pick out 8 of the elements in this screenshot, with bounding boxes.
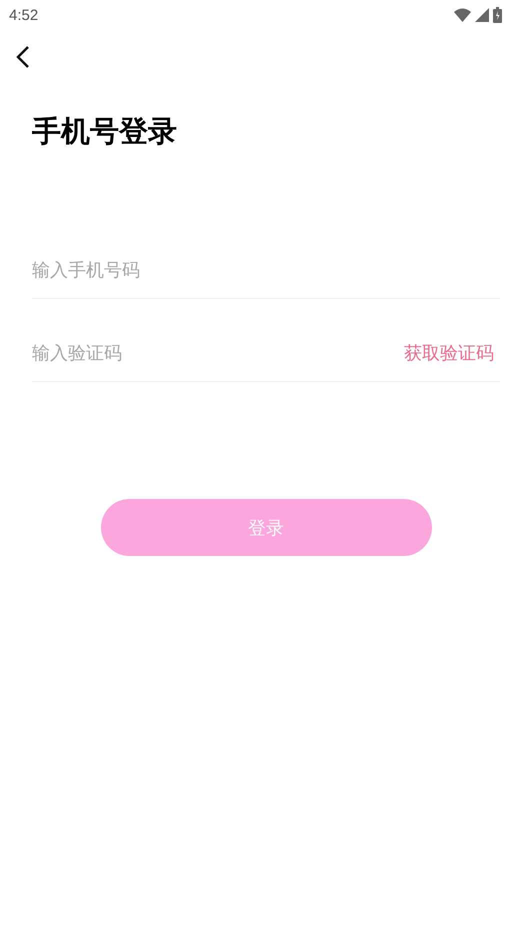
- status-time: 4:52: [9, 6, 38, 24]
- get-code-button[interactable]: 获取验证码: [404, 341, 500, 365]
- battery-icon: [493, 7, 502, 23]
- wifi-icon: [454, 8, 471, 22]
- code-field[interactable]: 输入验证码: [32, 342, 404, 364]
- page-title: 手机号登录: [32, 113, 178, 150]
- phone-field[interactable]: 输入手机号码: [32, 260, 500, 280]
- signal-icon: [475, 8, 489, 22]
